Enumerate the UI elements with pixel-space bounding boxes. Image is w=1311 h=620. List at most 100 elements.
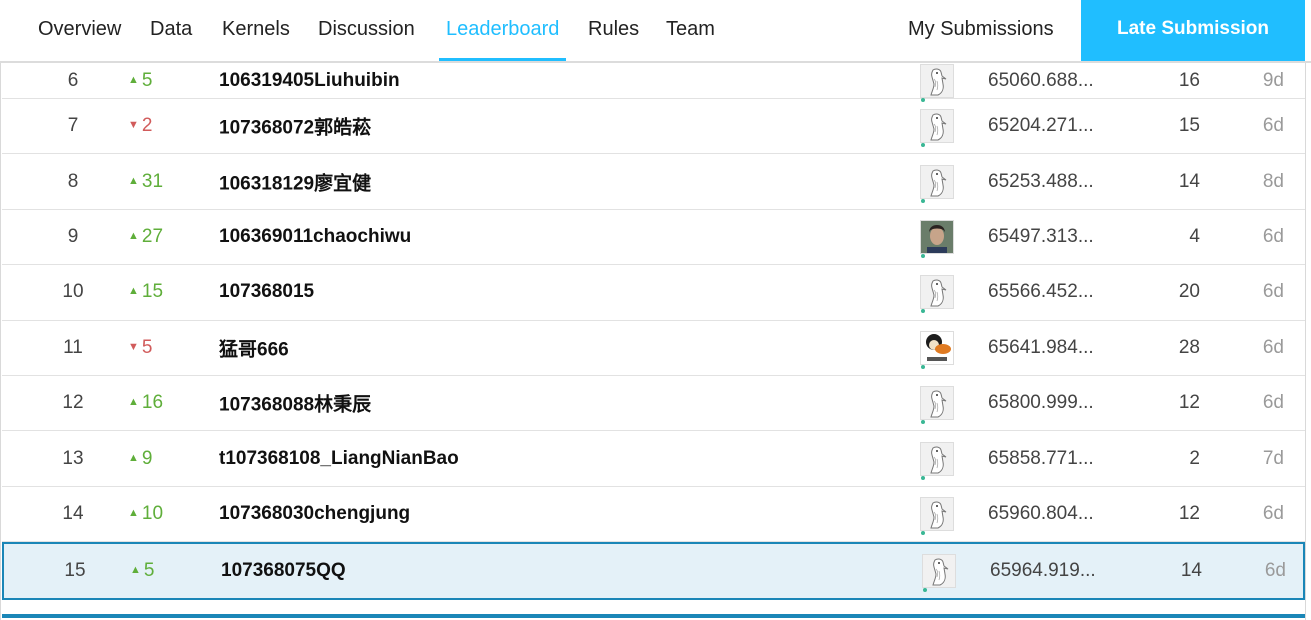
table-row[interactable]: 8 ▲ 31 106318129廖宜健 65253.488... 14 8d [2, 154, 1305, 210]
team-name[interactable]: 107368088林秉辰 [219, 390, 371, 417]
online-dot [921, 309, 925, 314]
table-row[interactable]: 9 ▲ 27 106369011chaochiwu 65497.313... 4 … [2, 210, 1305, 266]
rank-number: 9 [67, 225, 79, 247]
rank-change-value: 15 [141, 281, 164, 303]
tab-discussion[interactable]: Discussion [318, 0, 415, 61]
online-dot [923, 588, 927, 593]
online-dot [921, 364, 925, 369]
table-row[interactable]: 7 ▼ 2 107368072郭皓菘 65204.271... 15 6d [2, 99, 1305, 155]
entries-count: 12 [1178, 502, 1200, 524]
tab-data[interactable]: Data [150, 0, 192, 61]
rank-number: 8 [67, 170, 79, 192]
online-dot [921, 253, 925, 258]
goose-icon[interactable] [920, 386, 954, 425]
goose-icon[interactable] [920, 63, 954, 102]
last-submission-age: 6d [1262, 281, 1284, 303]
rank-change: ▼ 5 [128, 337, 188, 359]
goose-icon[interactable] [920, 275, 954, 314]
rank-change: ▲ 5 [130, 560, 190, 582]
rank-number: 15 [64, 560, 86, 582]
left-border [0, 0, 1, 620]
last-submission-age: 6d [1264, 560, 1286, 582]
table-row[interactable]: 11 ▼ 5 猛哥666 65641.984... 28 6d [2, 321, 1305, 376]
tab-rules[interactable]: Rules [588, 0, 639, 61]
last-submission-age: 9d [1262, 69, 1284, 91]
rank-change-value: 10 [141, 502, 164, 524]
team-name[interactable]: 107368015 [219, 281, 314, 303]
rank-change-value: 27 [141, 225, 164, 247]
last-submission-age: 6d [1262, 392, 1284, 414]
rank-change-value: 5 [141, 336, 153, 358]
entries-count: 16 [1178, 69, 1200, 91]
last-submission-age: 8d [1262, 170, 1284, 192]
score: 65566.452... [988, 281, 1094, 303]
table-row[interactable]: 13 ▲ 9 t107368108_LiangNianBao 65858.771.… [2, 431, 1305, 487]
arrow-up-icon: ▲ [128, 451, 139, 464]
table-row-selected[interactable]: 15 ▲ 5 107368075QQ 65964.919... 14 6d [2, 542, 1305, 601]
goose-icon[interactable] [922, 554, 956, 593]
last-submission-age: 6d [1262, 225, 1284, 247]
team-name[interactable]: 107368075QQ [221, 560, 346, 582]
last-submission-age: 7d [1262, 447, 1284, 469]
team-name[interactable]: 106318129廖宜健 [219, 168, 371, 195]
tab-leaderboard[interactable]: Leaderboard [439, 0, 567, 61]
entries-count: 4 [1189, 225, 1200, 247]
team-name[interactable]: 107368030chengjung [219, 503, 410, 525]
team-name[interactable]: 107368072郭皓菘 [219, 113, 371, 140]
table-row[interactable]: 12 ▲ 16 107368088林秉辰 65800.999... 12 6d [2, 376, 1305, 432]
rank-number: 13 [62, 447, 84, 469]
last-submission-age: 6d [1262, 502, 1284, 524]
tab-team[interactable]: Team [666, 0, 715, 61]
photo-avatar[interactable] [920, 219, 954, 258]
late-submission-button[interactable]: Late Submission [1081, 0, 1305, 61]
arrow-up-icon: ▲ [128, 506, 139, 519]
cartoon-avatar[interactable] [920, 330, 954, 369]
arrow-up-icon: ▲ [128, 73, 139, 86]
team-name[interactable]: 106319405Liuhuibin [219, 70, 400, 92]
rank-change: ▲ 31 [128, 171, 188, 193]
score: 65641.984... [988, 336, 1094, 358]
rank-number: 6 [67, 69, 79, 91]
online-dot [921, 475, 925, 480]
entries-count: 2 [1189, 447, 1200, 469]
my-submissions-link[interactable]: My Submissions [908, 0, 1054, 61]
goose-icon[interactable] [920, 496, 954, 535]
rank-change: ▲ 5 [128, 70, 188, 92]
rank-change-value: 2 [141, 115, 153, 137]
online-dot [921, 143, 925, 148]
rank-change-value: 9 [141, 447, 153, 469]
team-name[interactable]: 106369011chaochiwu [219, 226, 411, 248]
score: 65253.488... [988, 170, 1094, 192]
table-row[interactable]: 6 ▲ 5 106319405Liuhuibin 65060.688... 16 … [2, 63, 1305, 102]
arrow-down-icon: ▼ [128, 340, 139, 353]
score: 65204.271... [988, 115, 1094, 137]
table-row[interactable]: 14 ▲ 10 107368030chengjung 65960.804... 1… [2, 487, 1305, 543]
rank-number: 11 [63, 336, 83, 358]
right-border [1305, 0, 1306, 620]
score: 65497.313... [988, 225, 1094, 247]
goose-icon[interactable] [920, 164, 954, 203]
selection-bottom-edge [2, 614, 1305, 618]
rank-change-value: 5 [141, 69, 153, 91]
entries-count: 15 [1178, 115, 1200, 137]
rank-change: ▲ 27 [128, 226, 188, 248]
rank-number: 12 [62, 392, 84, 414]
entries-count: 14 [1180, 560, 1202, 582]
last-submission-age: 6d [1262, 336, 1284, 358]
online-dot [921, 420, 925, 425]
score: 65964.919... [990, 560, 1096, 582]
arrow-up-icon: ▲ [128, 229, 139, 242]
table-row[interactable]: 10 ▲ 15 107368015 65566.452... 20 6d [2, 265, 1305, 321]
team-name[interactable]: t107368108_LiangNianBao [219, 448, 459, 470]
rank-change: ▲ 16 [128, 392, 188, 414]
rank-number: 7 [67, 115, 79, 137]
goose-icon[interactable] [920, 441, 954, 480]
rank-change: ▼ 2 [128, 115, 188, 137]
score: 65960.804... [988, 502, 1094, 524]
tab-kernels[interactable]: Kernels [222, 0, 290, 61]
online-dot [921, 198, 925, 203]
score: 65858.771... [988, 447, 1094, 469]
team-name[interactable]: 猛哥666 [219, 334, 289, 361]
goose-icon[interactable] [920, 109, 954, 148]
tab-overview[interactable]: Overview [38, 0, 121, 61]
